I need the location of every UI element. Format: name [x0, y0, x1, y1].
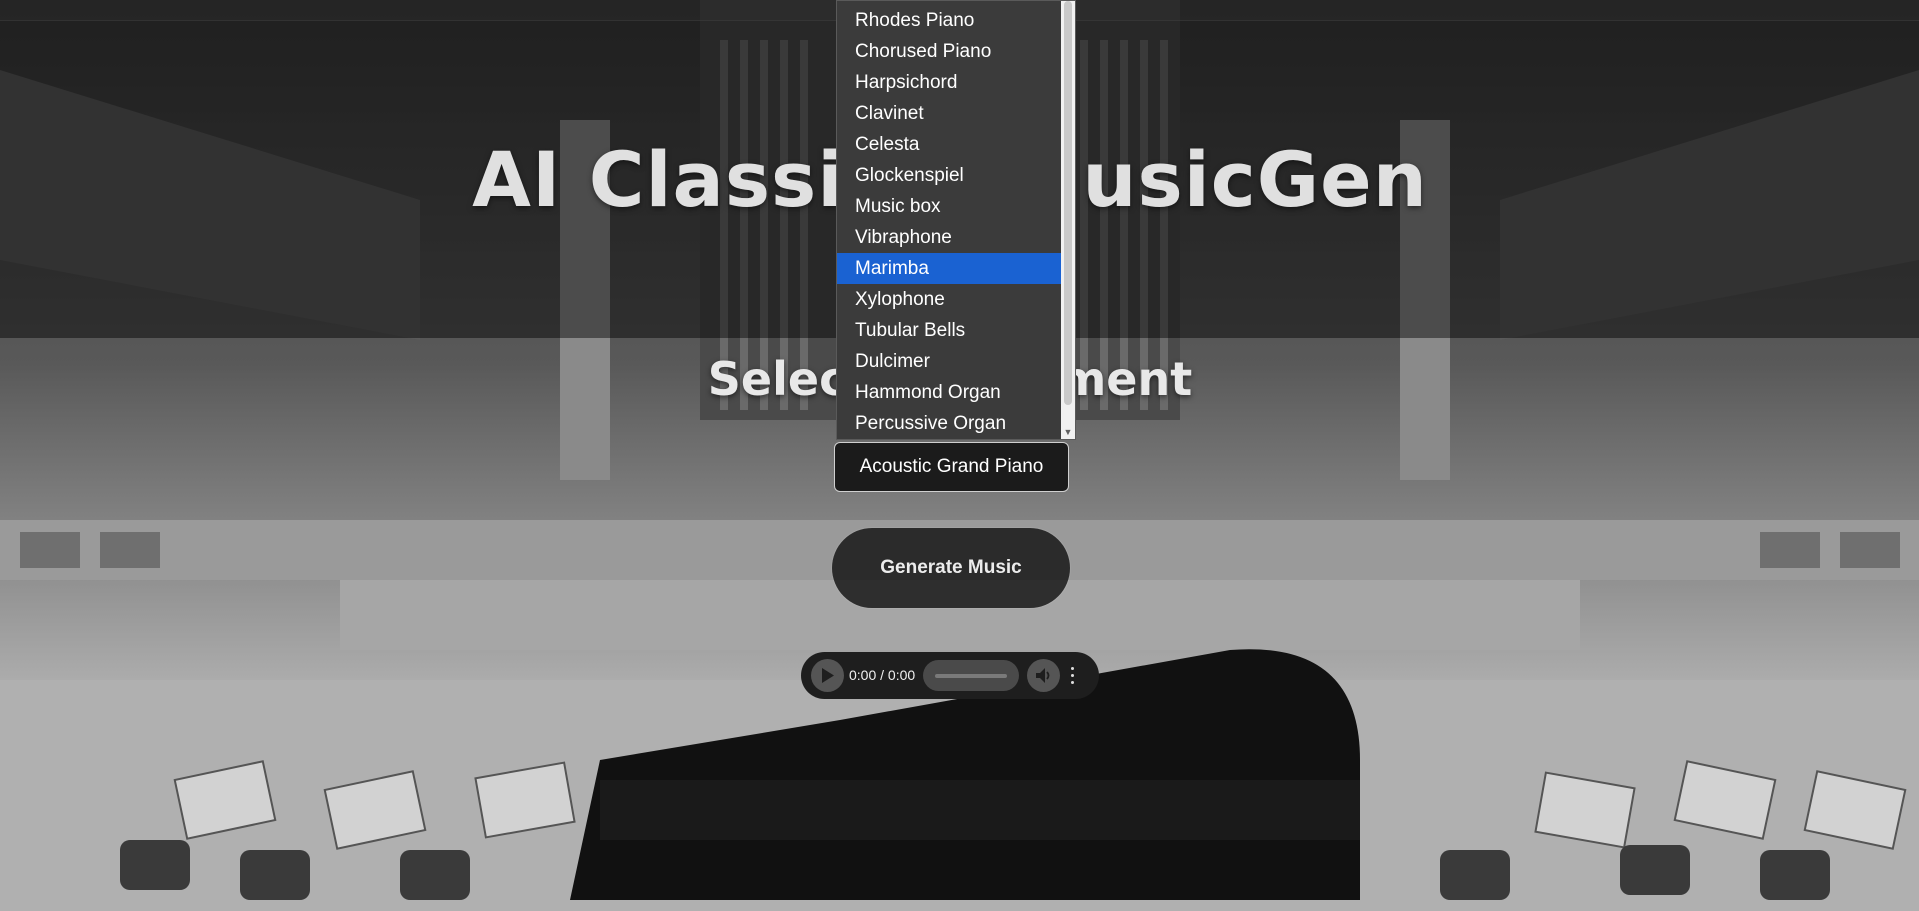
- volume-button[interactable]: [1027, 659, 1060, 692]
- instrument-option-percussive-organ[interactable]: Percussive Organ: [837, 408, 1061, 439]
- instrument-option-celesta[interactable]: Celesta: [837, 129, 1061, 160]
- progress-slider[interactable]: [923, 660, 1019, 691]
- instrument-option-vibraphone[interactable]: Vibraphone: [837, 222, 1061, 253]
- audio-player: 0:00 / 0:00: [801, 652, 1099, 699]
- page-title-left: AI Classi: [472, 135, 845, 224]
- more-options-button[interactable]: [1068, 664, 1078, 688]
- instrument-option-glockenspiel[interactable]: Glockenspiel: [837, 160, 1061, 191]
- more-options-icon: [1071, 667, 1074, 670]
- instrument-option-tubular-bells[interactable]: Tubular Bells: [837, 315, 1061, 346]
- volume-icon: [1036, 668, 1050, 683]
- instrument-option-clavinet[interactable]: Clavinet: [837, 98, 1061, 129]
- page-title-right: usicGen: [1082, 135, 1428, 224]
- instrument-select[interactable]: Acoustic Grand Piano: [834, 442, 1069, 492]
- scroll-down-arrow-icon[interactable]: ▼: [1063, 427, 1073, 437]
- play-icon: [822, 668, 834, 683]
- instrument-dropdown-list[interactable]: Rhodes Piano Chorused Piano Harpsichord …: [836, 0, 1076, 440]
- instrument-option-harpsichord[interactable]: Harpsichord: [837, 67, 1061, 98]
- generate-music-button[interactable]: Generate Music: [832, 528, 1070, 608]
- progress-rail: [935, 674, 1007, 678]
- instrument-options: Rhodes Piano Chorused Piano Harpsichord …: [837, 5, 1061, 439]
- instrument-option-music-box[interactable]: Music box: [837, 191, 1061, 222]
- time-readout: 0:00 / 0:00: [849, 667, 916, 683]
- instrument-option-marimba[interactable]: Marimba: [837, 253, 1061, 284]
- instrument-option-rhodes-piano[interactable]: Rhodes Piano: [837, 5, 1061, 36]
- instrument-option-xylophone[interactable]: Xylophone: [837, 284, 1061, 315]
- play-button[interactable]: [811, 659, 844, 692]
- instrument-option-hammond-organ[interactable]: Hammond Organ: [837, 377, 1061, 408]
- instrument-option-chorused-piano[interactable]: Chorused Piano: [837, 36, 1061, 67]
- instrument-option-dulcimer[interactable]: Dulcimer: [837, 346, 1061, 377]
- dropdown-scrollbar[interactable]: ▼: [1061, 1, 1075, 439]
- section-heading-right: ment: [1058, 352, 1193, 406]
- dropdown-scroll-thumb[interactable]: [1064, 1, 1072, 405]
